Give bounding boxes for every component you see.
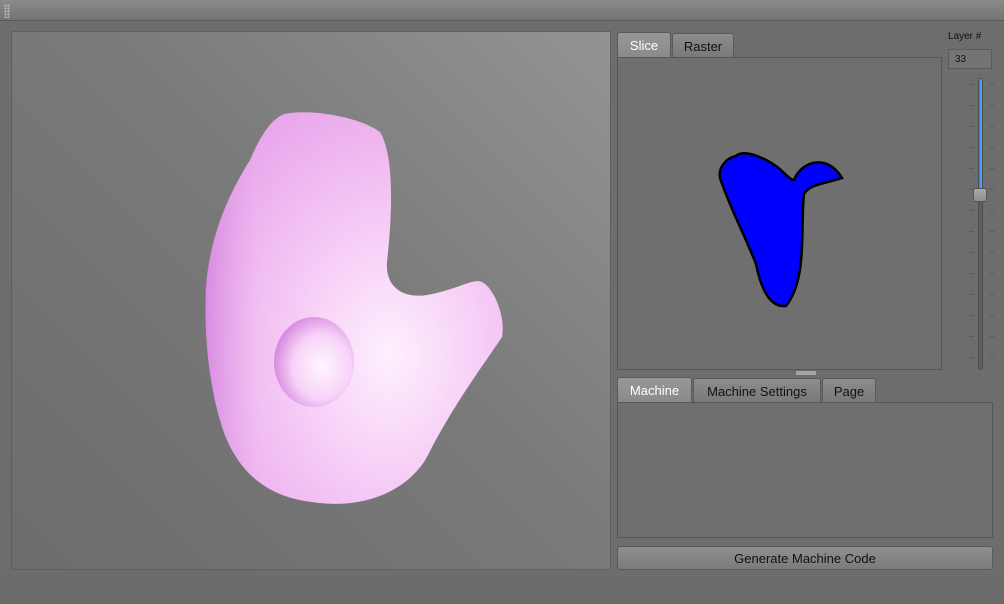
mesh-render [205, 112, 503, 504]
slider-tick [969, 147, 973, 148]
tab-slice[interactable]: Slice [617, 32, 671, 58]
layer-number-field[interactable] [948, 49, 992, 69]
panel-splitter-handle[interactable] [796, 371, 816, 375]
slider-tick [969, 315, 973, 316]
slider-tick [990, 168, 994, 169]
slider-tick [990, 315, 994, 316]
status-bar [0, 576, 1004, 604]
generate-machine-code-button[interactable]: Generate Machine Code [617, 546, 993, 570]
tab-machine-settings[interactable]: Machine Settings [693, 378, 821, 404]
slider-tick [969, 294, 973, 295]
slider-tick [990, 126, 994, 127]
slider-tick [969, 84, 973, 85]
slider-tick [990, 252, 994, 253]
slider-tick [990, 294, 994, 295]
slider-tick [969, 126, 973, 127]
slider-tick [990, 210, 994, 211]
slice-shape [718, 152, 844, 308]
slider-tick [990, 231, 994, 232]
top-toolbar [0, 0, 1004, 21]
layer-slider-fill [979, 79, 982, 196]
slice-preview-panel [617, 57, 942, 370]
slider-tick [969, 168, 973, 169]
slider-tick [969, 357, 973, 358]
slider-tick [990, 357, 994, 358]
slider-tick [969, 273, 973, 274]
toolbar-grip-handle[interactable] [4, 4, 10, 18]
slider-tick [969, 210, 973, 211]
slider-tick [969, 105, 973, 106]
machine-panel [617, 402, 993, 538]
layer-slider-track[interactable] [978, 78, 983, 370]
slider-tick [969, 189, 973, 190]
tab-page[interactable]: Page [822, 378, 876, 404]
3d-viewport[interactable] [11, 31, 611, 570]
tab-machine[interactable]: Machine [617, 377, 692, 403]
slider-tick [969, 231, 973, 232]
layer-label: Layer # [948, 31, 982, 42]
slider-tick [990, 189, 994, 190]
slider-tick [990, 273, 994, 274]
slider-tick [990, 84, 994, 85]
mesh-bump [274, 317, 354, 407]
layer-slider-thumb[interactable] [973, 188, 987, 202]
slider-tick [990, 336, 994, 337]
tab-raster[interactable]: Raster [672, 33, 734, 59]
slider-tick [990, 105, 994, 106]
slider-tick [990, 147, 994, 148]
slider-tick [969, 252, 973, 253]
slider-tick [969, 336, 973, 337]
